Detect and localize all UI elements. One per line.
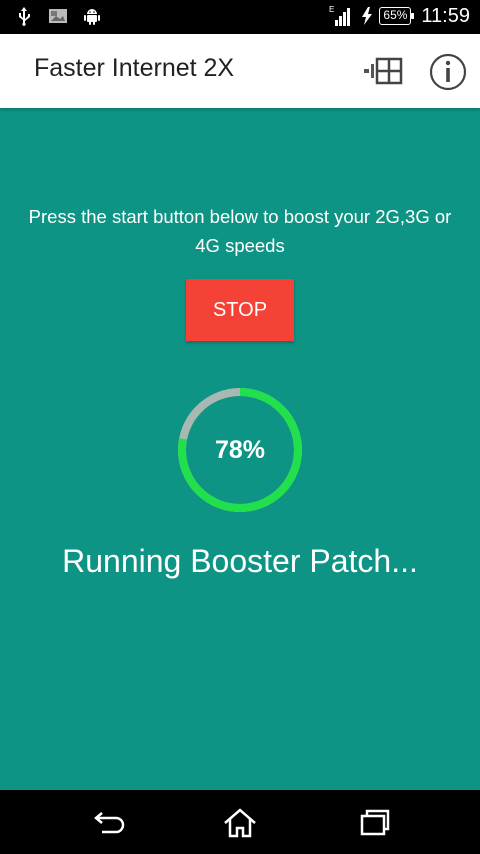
recent-apps-icon[interactable] (356, 808, 392, 838)
progress-percentage: 78% (214, 435, 266, 464)
clock: 11:59 (421, 4, 470, 27)
navigation-bar (0, 790, 480, 854)
status-message: Running Booster Patch... (62, 543, 418, 579)
usb-icon (19, 7, 30, 26)
system-icons: E 65% 11:59 (329, 4, 470, 28)
main-panel: Press the start button below to boost yo… (0, 108, 480, 790)
instructions-text: Press the start button below to boost yo… (28, 206, 452, 256)
info-icon[interactable] (428, 52, 468, 92)
home-icon[interactable] (222, 808, 258, 838)
grid-icon[interactable] (362, 56, 406, 86)
back-icon[interactable] (90, 808, 126, 838)
charging-icon (362, 7, 373, 25)
battery-icon: 65% (379, 7, 415, 25)
status-bar: E 65% 11:59 (0, 0, 480, 34)
network-type-label: E (329, 5, 334, 14)
notification-icons (14, 6, 102, 26)
app-bar: Faster Internet 2X (0, 34, 480, 108)
image-notification-icon (49, 9, 67, 23)
signal-icon: E (329, 5, 351, 26)
stop-button[interactable]: STOP (186, 279, 294, 341)
android-icon (84, 9, 100, 25)
app-title: Faster Internet 2X (34, 54, 235, 82)
